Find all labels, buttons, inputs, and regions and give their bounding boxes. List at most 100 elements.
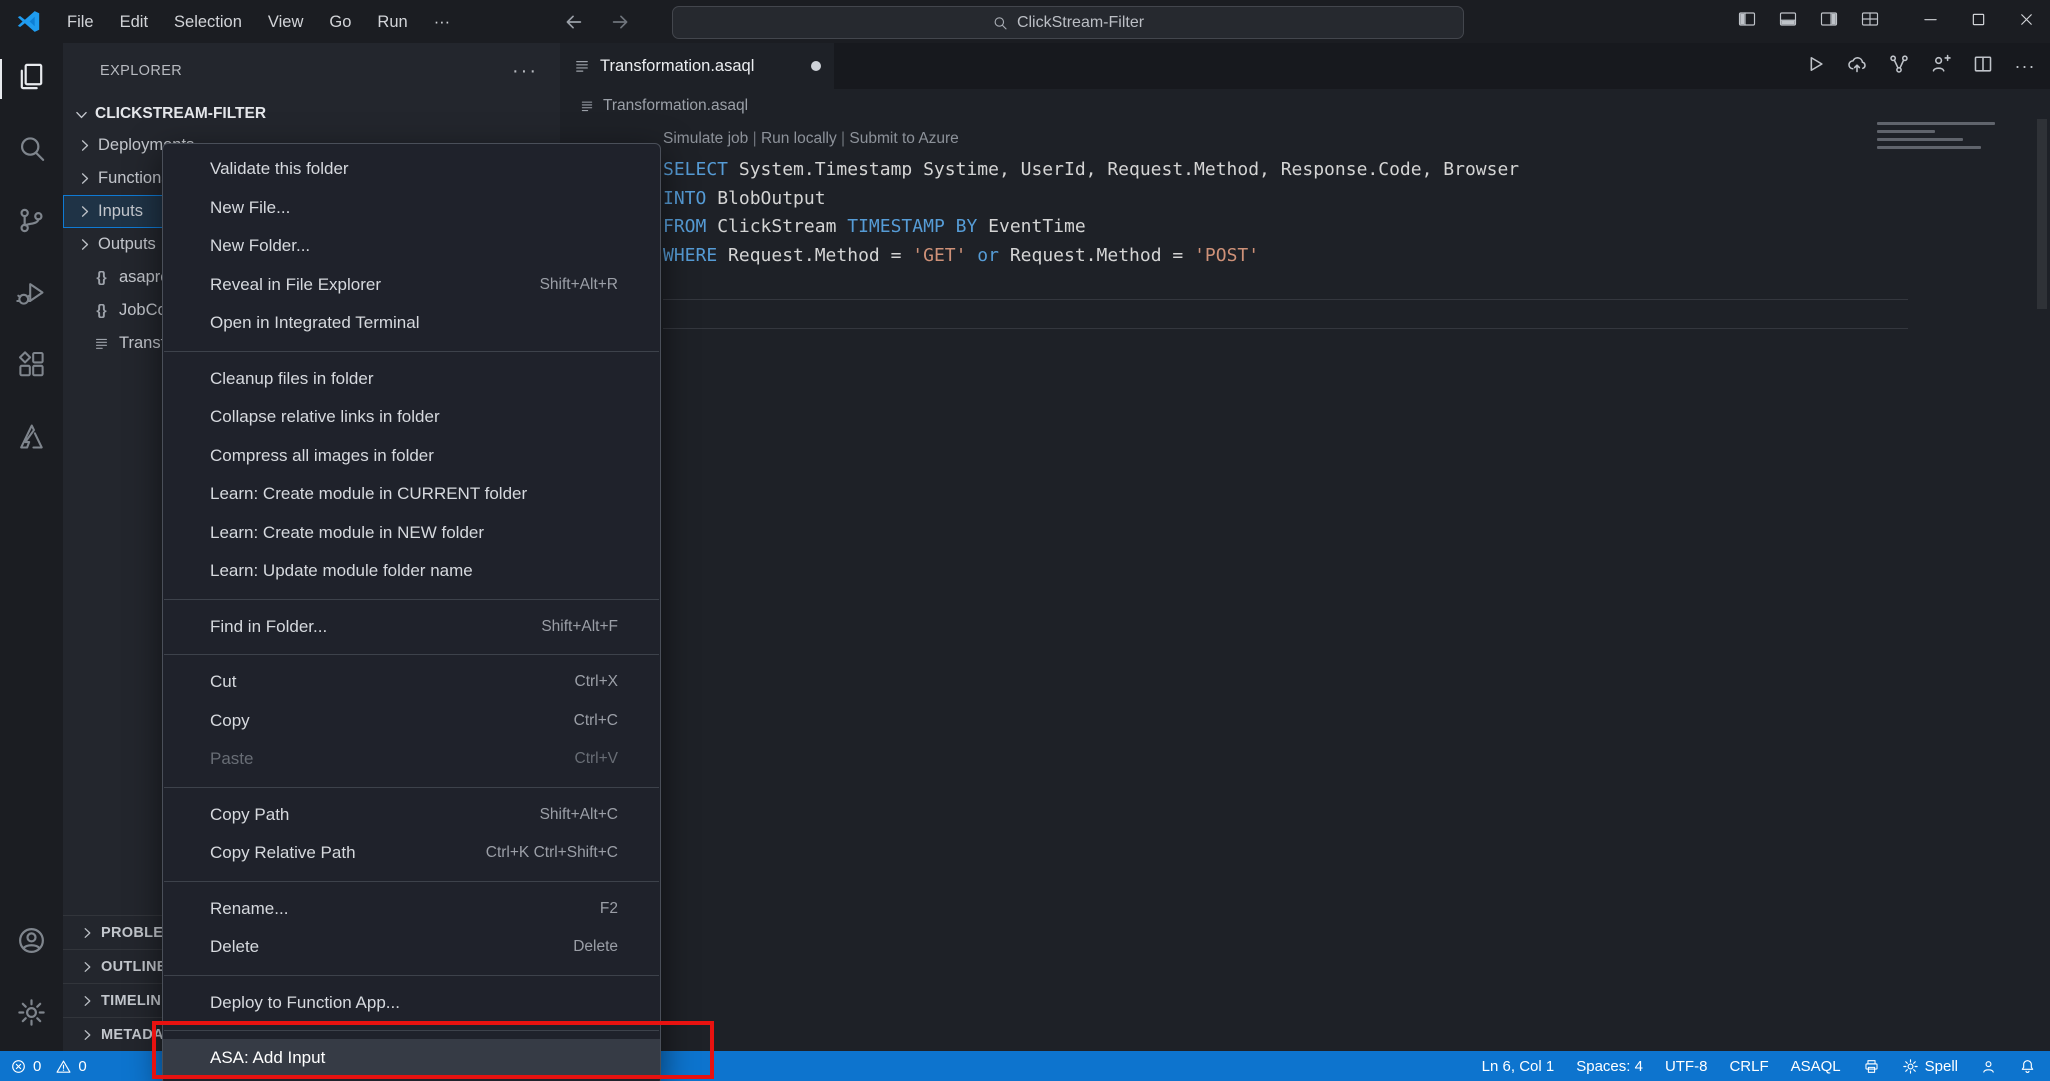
status-spell[interactable]: Spell: [1902, 1058, 1958, 1075]
context-menu-item-deploy-to-function-app[interactable]: Deploy to Function App...: [163, 984, 660, 1023]
minimize-button[interactable]: [1906, 0, 1954, 43]
status-person[interactable]: [1980, 1058, 1997, 1075]
hierarchy-button[interactable]: [1882, 49, 1916, 83]
menu-run[interactable]: Run: [364, 7, 420, 37]
context-menu-item-learn-create-module-in-current-folder[interactable]: Learn: Create module in CURRENT folder: [163, 475, 660, 514]
problems-status[interactable]: 0 0: [0, 1058, 87, 1075]
tab-transformation-asaql[interactable]: Transformation.asaql: [560, 43, 834, 89]
minimap-line: [1877, 130, 1935, 133]
menu-item-shortcut: Ctrl+C: [573, 711, 618, 729]
context-menu-item-reveal-in-file-explorer[interactable]: Reveal in File Explorer Shift+Alt+R: [163, 266, 660, 305]
code-editor[interactable]: Simulate job | Run locally | Submit to A…: [560, 122, 2050, 329]
code-line-4[interactable]: WHERE Request.Method = 'GET' or Request.…: [663, 242, 2050, 271]
breadcrumb[interactable]: Transformation.asaql: [560, 89, 2050, 122]
code-line-3[interactable]: FROM ClickStream TIMESTAMP BY EventTime: [663, 213, 2050, 242]
menu-selection[interactable]: Selection: [161, 7, 255, 37]
file-icon: [579, 98, 595, 114]
activity-account-button[interactable]: [0, 907, 63, 979]
context-menu-item-asa-add-input[interactable]: ASA: Add Input: [163, 1039, 660, 1078]
tree-root-folder[interactable]: CLICKSTREAM-FILTER: [63, 99, 560, 129]
code-line-5[interactable]: [663, 270, 2050, 299]
status-spaces-4[interactable]: Spaces: 4: [1576, 1058, 1643, 1075]
split-editor-icon: [1972, 53, 1994, 80]
status-asaql[interactable]: ASAQL: [1791, 1058, 1841, 1075]
menu-item-shortcut: Ctrl+V: [574, 750, 619, 768]
error-count: 0: [33, 1057, 42, 1075]
code-line-1[interactable]: SELECT System.Timestamp Systime, UserId,…: [663, 156, 2050, 185]
context-menu-item-new-file[interactable]: New File...: [163, 189, 660, 228]
activity-search-button[interactable]: [0, 115, 63, 187]
menu-file[interactable]: File: [54, 7, 107, 37]
cloud-upload-button[interactable]: [1840, 49, 1874, 83]
context-menu-item-find-in-folder[interactable]: Find in Folder... Shift+Alt+F: [163, 608, 660, 647]
code-token: EventTime: [977, 216, 1086, 237]
menu-view[interactable]: View: [255, 7, 316, 37]
menu-item-label: Deploy to Function App...: [210, 992, 400, 1012]
menu-item-label: Find in Folder...: [210, 616, 328, 636]
run-button[interactable]: [1798, 49, 1832, 83]
maximize-button[interactable]: [1954, 0, 2002, 43]
activity-settings-button[interactable]: [0, 979, 63, 1051]
context-menu-item-paste[interactable]: Paste Ctrl+V: [163, 740, 660, 779]
code-line-2[interactable]: INTO BlobOutput: [663, 185, 2050, 214]
activity-extensions-button[interactable]: [0, 331, 63, 403]
context-menu-item-copy-path[interactable]: Copy Path Shift+Alt+C: [163, 796, 660, 835]
context-menu-item-collapse-relative-links-in-folder[interactable]: Collapse relative links in folder: [163, 398, 660, 437]
tree-item-label: Inputs: [98, 202, 143, 220]
more-actions-icon[interactable]: ···: [512, 60, 538, 83]
modified-dot-icon[interactable]: [811, 61, 821, 71]
layout-sidebar-right-button[interactable]: [1808, 0, 1849, 43]
context-menu-item-open-in-integrated-terminal[interactable]: Open in Integrated Terminal: [163, 304, 660, 343]
back-icon[interactable]: [563, 11, 585, 33]
activity-bar: [0, 43, 63, 1051]
minimap[interactable]: [1877, 122, 2005, 149]
split-editor-button[interactable]: [1966, 49, 2000, 83]
code-token: FROM: [663, 216, 707, 237]
context-menu-item-copy[interactable]: Copy Ctrl+C: [163, 702, 660, 741]
status-ln-6-col-1[interactable]: Ln 6, Col 1: [1482, 1058, 1555, 1075]
codelens-submit-to-azure[interactable]: Submit to Azure: [849, 125, 958, 154]
context-menu-item-validate-this-folder[interactable]: Validate this folder: [163, 150, 660, 189]
codelens-run-locally[interactable]: Run locally: [761, 125, 837, 154]
chevron-right-icon: [76, 137, 93, 154]
context-menu-item-cut[interactable]: Cut Ctrl+X: [163, 663, 660, 702]
forward-icon[interactable]: [609, 11, 631, 33]
menu-item-label: Learn: Update module folder name: [210, 561, 473, 581]
context-menu-item-cleanup-files-in-folder[interactable]: Cleanup files in folder: [163, 360, 660, 399]
context-menu-item-rename[interactable]: Rename... F2: [163, 890, 660, 929]
menu-item-label: New Folder...: [210, 236, 311, 256]
close-button[interactable]: [2002, 0, 2050, 43]
layout-grid-button[interactable]: [1849, 0, 1890, 43]
chevron-right-icon: [76, 236, 93, 253]
context-menu-item-compress-all-images-in-folder[interactable]: Compress all images in folder: [163, 437, 660, 476]
status-bell[interactable]: [2019, 1058, 2036, 1075]
activity-files-button[interactable]: [0, 43, 63, 115]
context-menu-item-copy-relative-path[interactable]: Copy Relative Path Ctrl+K Ctrl+Shift+C: [163, 834, 660, 873]
layout-sidebar-button[interactable]: [1726, 0, 1767, 43]
activity-run-debug-button[interactable]: [0, 259, 63, 331]
context-menu-item-learn-update-module-folder-name[interactable]: Learn: Update module folder name: [163, 552, 660, 591]
context-menu-item-learn-create-module-in-new-folder[interactable]: Learn: Create module in NEW folder: [163, 514, 660, 553]
command-center-search[interactable]: ClickStream-Filter: [672, 6, 1464, 39]
layout-panel-button[interactable]: [1767, 0, 1808, 43]
code-token: BlobOutput: [706, 187, 826, 209]
codelens-simulate-job[interactable]: Simulate job: [663, 125, 748, 154]
activity-azure-button[interactable]: [0, 403, 63, 475]
activity-source-control-button[interactable]: [0, 187, 63, 259]
gear-icon: [1902, 1058, 1919, 1075]
menu-edit[interactable]: Edit: [107, 7, 161, 37]
search-text: ClickStream-Filter: [1016, 13, 1145, 31]
status-printer[interactable]: [1863, 1058, 1880, 1075]
tree-item-label: Outputs: [98, 235, 156, 253]
feedback-button[interactable]: [1924, 49, 1958, 83]
context-menu-item-new-folder[interactable]: New Folder...: [163, 227, 660, 266]
menu-more[interactable]: ···: [421, 7, 463, 37]
menu-go[interactable]: Go: [316, 7, 364, 37]
layout-sidebar-right-icon: [1819, 9, 1839, 34]
scrollbar-thumb[interactable]: [2037, 119, 2047, 309]
context-menu-item-delete[interactable]: Delete Delete: [163, 928, 660, 967]
status-utf-8[interactable]: UTF-8: [1665, 1058, 1708, 1075]
code-line-6[interactable]: [663, 298, 1908, 329]
more-button[interactable]: ···: [2008, 49, 2042, 83]
status-crlf[interactable]: CRLF: [1729, 1058, 1768, 1075]
